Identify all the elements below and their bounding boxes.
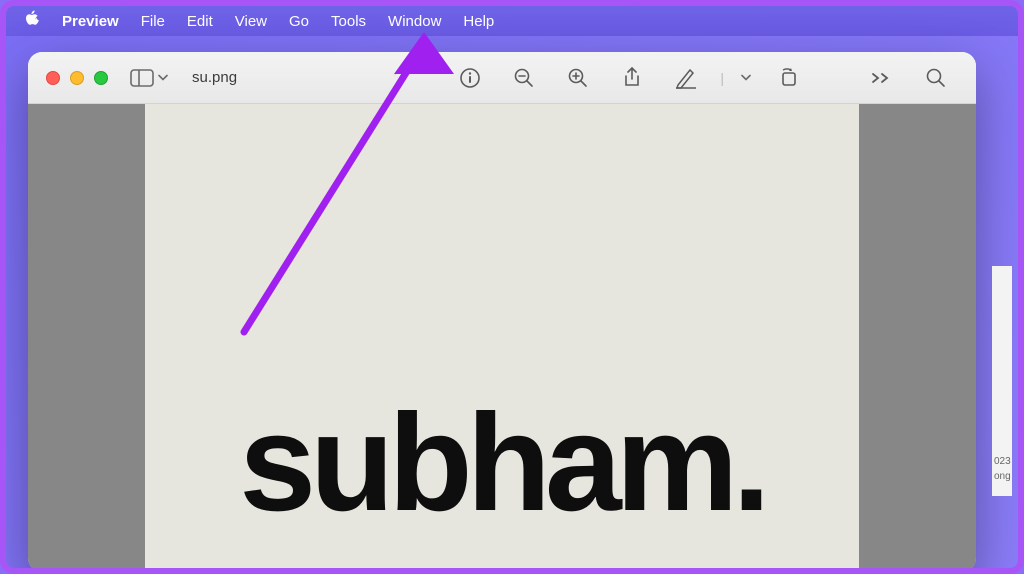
search-button[interactable] bbox=[914, 52, 958, 104]
sidebar-toggle-button[interactable] bbox=[130, 69, 168, 87]
rotate-button[interactable] bbox=[766, 52, 810, 104]
macos-menubar: Preview File Edit View Go Tools Window H… bbox=[6, 6, 1018, 36]
zoom-out-button[interactable] bbox=[502, 52, 546, 104]
menu-go[interactable]: Go bbox=[289, 13, 309, 30]
chevrons-right-icon bbox=[871, 72, 893, 84]
share-icon bbox=[622, 66, 642, 90]
background-panel-peek: 023 ong bbox=[992, 266, 1012, 496]
apple-menu-icon[interactable] bbox=[24, 10, 40, 33]
traffic-lights bbox=[46, 71, 108, 85]
markup-dropdown[interactable] bbox=[736, 52, 756, 104]
preview-window: su.png | bbox=[28, 52, 976, 568]
menubar-app-name[interactable]: Preview bbox=[62, 13, 119, 30]
menu-tools[interactable]: Tools bbox=[331, 13, 366, 30]
markup-button[interactable] bbox=[664, 52, 708, 104]
document-viewport[interactable]: subham. bbox=[28, 104, 976, 568]
minimize-button[interactable] bbox=[70, 71, 84, 85]
chevron-down-icon bbox=[741, 74, 751, 82]
share-button[interactable] bbox=[610, 52, 654, 104]
menu-file[interactable]: File bbox=[141, 13, 165, 30]
search-icon bbox=[925, 67, 947, 89]
info-button[interactable] bbox=[448, 52, 492, 104]
info-icon bbox=[459, 67, 481, 89]
image-rendered-text: subham. bbox=[239, 394, 764, 532]
image-canvas: subham. bbox=[145, 104, 859, 568]
zoom-out-icon bbox=[513, 67, 535, 89]
window-titlebar: su.png | bbox=[28, 52, 976, 104]
menu-window[interactable]: Window bbox=[388, 13, 441, 30]
menu-help[interactable]: Help bbox=[463, 13, 494, 30]
window-filename: su.png bbox=[192, 69, 237, 86]
zoom-in-icon bbox=[567, 67, 589, 89]
separator: | bbox=[718, 70, 726, 86]
maximize-button[interactable] bbox=[94, 71, 108, 85]
rotate-icon bbox=[777, 67, 799, 89]
more-button[interactable] bbox=[860, 52, 904, 104]
menu-edit[interactable]: Edit bbox=[187, 13, 213, 30]
menu-view[interactable]: View bbox=[235, 13, 267, 30]
markup-icon bbox=[674, 67, 698, 89]
zoom-in-button[interactable] bbox=[556, 52, 600, 104]
close-button[interactable] bbox=[46, 71, 60, 85]
chevron-down-icon bbox=[158, 74, 168, 82]
